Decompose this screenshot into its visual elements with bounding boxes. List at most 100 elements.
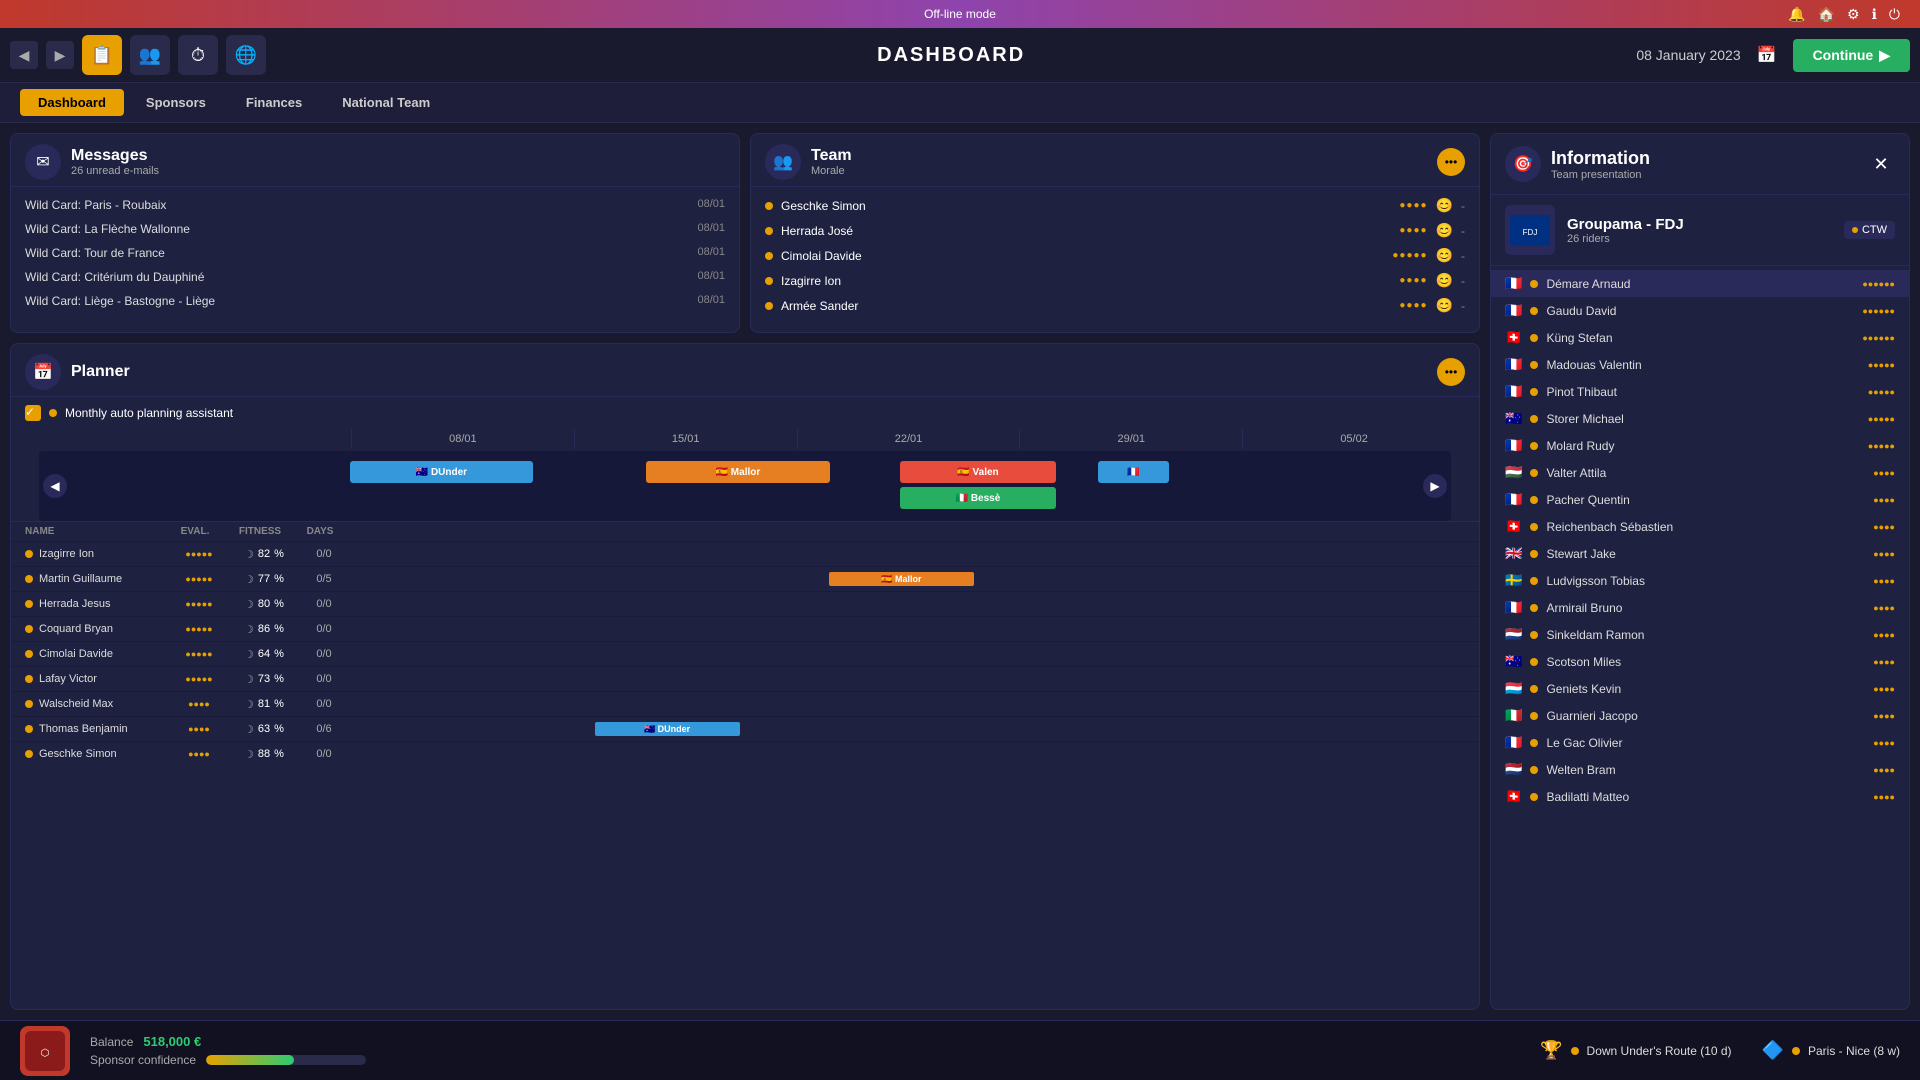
flag-icon: 🇬🇧 (1505, 545, 1522, 562)
rider-row[interactable]: 🇫🇷 Le Gac Olivier ●●●● (1491, 729, 1909, 756)
rider-schedule: 🇪🇸 Mallor (349, 570, 1465, 588)
messages-header: ✉ Messages 26 unread e-mails (11, 134, 739, 187)
rider-row[interactable]: 🇫🇷 Armirail Bruno ●●●● (1491, 594, 1909, 621)
rider-row[interactable]: 🇱🇺 Geniets Kevin ●●●● (1491, 675, 1909, 702)
messages-title: Messages (71, 147, 159, 165)
clock-icon-button[interactable]: ⏱ (178, 35, 218, 75)
rider-dot (25, 700, 33, 708)
planner-menu-button[interactable]: ••• (1437, 358, 1465, 386)
tab-finances[interactable]: Finances (228, 89, 320, 116)
planner-row: Izagirre Ion ●●●●● ☽82% 0/0 (11, 541, 1479, 566)
list-item[interactable]: Wild Card: Paris - Roubaix 08/01 (11, 193, 739, 217)
rider-schedule (349, 745, 1465, 763)
rider-status-dot (1530, 604, 1538, 612)
info-icon[interactable]: ℹ (1872, 6, 1877, 23)
flag-icon: 🇫🇷 (1505, 383, 1522, 400)
flag-icon: 🇱🇺 (1505, 680, 1522, 697)
team-title: Team (811, 147, 852, 165)
rider-rating: ●●●●● (1868, 360, 1895, 370)
planner-icon: 📅 (25, 354, 61, 390)
rider-rating: ●●●●● (1868, 387, 1895, 397)
list-item[interactable]: Wild Card: Critérium du Dauphiné 08/01 (11, 265, 739, 289)
rider-row[interactable]: 🇳🇱 Sinkeldam Ramon ●●●● (1491, 621, 1909, 648)
rider-rating: ●●●●● (1868, 441, 1895, 451)
list-item: Geschke Simon ●●●● 😊 - (751, 193, 1479, 218)
power-icon[interactable]: ⏻ (1889, 6, 1900, 23)
rider-row[interactable]: 🇬🇧 Stewart Jake ●●●● (1491, 540, 1909, 567)
rider-status-dot (1530, 739, 1538, 747)
planner-table-header: NAME EVAL. FITNESS DAYS (11, 521, 1479, 541)
calendar-icon[interactable]: 📅 (1757, 45, 1777, 65)
list-item[interactable]: Wild Card: Liège - Bastogne - Liège 08/0… (11, 289, 739, 313)
nav-back-button[interactable]: ◀ (10, 41, 38, 69)
date-label-5: 05/02 (1242, 429, 1465, 449)
rider-row[interactable]: 🇮🇹 Guarnieri Jacopo ●●●● (1491, 702, 1909, 729)
team-icon-button[interactable]: 👥 (130, 35, 170, 75)
tab-sponsors[interactable]: Sponsors (128, 89, 224, 116)
rider-row[interactable]: 🇫🇷 Molard Rudy ●●●●● (1491, 432, 1909, 459)
flag-icon: 🇫🇷 (1505, 599, 1522, 616)
rider-row[interactable]: 🇫🇷 Madouas Valentin ●●●●● (1491, 351, 1909, 378)
rider-row[interactable]: 🇦🇺 Scotson Miles ●●●● (1491, 648, 1909, 675)
planner-row: Cimolai Davide ●●●●● ☽64% 0/0 (11, 641, 1479, 666)
rider-status-dot (1530, 496, 1538, 504)
riders-list: 🇫🇷 Démare Arnaud ●●●●●● 🇫🇷 Gaudu David ●… (1491, 266, 1909, 1009)
planner-row: Geschke Simon ●●●● ☽88% 0/0 (11, 741, 1479, 766)
bottom-races: 🏆 Down Under's Route (10 d) 🔷 Paris - Ni… (1540, 1040, 1900, 1061)
message-list: Wild Card: Paris - Roubaix 08/01 Wild Ca… (11, 187, 739, 319)
timeline-prev-button[interactable]: ◀ (43, 474, 67, 498)
gear-icon[interactable]: ⚙ (1847, 6, 1860, 23)
team-menu-button[interactable]: ••• (1437, 148, 1465, 176)
globe-icon-button[interactable]: 🌐 (226, 35, 266, 75)
list-item[interactable]: Wild Card: La Flèche Wallonne 08/01 (11, 217, 739, 241)
rider-row[interactable]: 🇫🇷 Gaudu David ●●●●●● (1491, 297, 1909, 324)
auto-dot (49, 409, 57, 417)
rider-dot (25, 575, 33, 583)
auto-planning-checkbox[interactable]: ✓ (25, 405, 41, 421)
rider-row[interactable]: 🇭🇺 Valter Attila ●●●● (1491, 459, 1909, 486)
flag-icon: 🇨🇭 (1505, 329, 1522, 346)
race-item: 🏆 Down Under's Route (10 d) (1540, 1040, 1731, 1061)
rider-rating: ●●●● (1873, 522, 1895, 532)
continue-button[interactable]: Continue ▶ (1793, 39, 1910, 72)
rider-row[interactable]: 🇨🇭 Badilatti Matteo ●●●● (1491, 783, 1909, 810)
tab-dashboard[interactable]: Dashboard (20, 89, 124, 116)
list-item[interactable]: Wild Card: Tour de France 08/01 (11, 241, 739, 265)
tab-national-team[interactable]: National Team (324, 89, 448, 116)
nav-forward-button[interactable]: ▶ (46, 41, 74, 69)
rider-status-dot (1530, 415, 1538, 423)
main-content: ✉ Messages 26 unread e-mails Wild Card: … (0, 123, 1920, 1020)
team-panel: 👥 Team Morale ••• Geschke Simon ●●●● 😊 - (750, 133, 1480, 333)
close-button[interactable]: ✕ (1867, 150, 1895, 178)
rider-status-dot (1530, 685, 1538, 693)
race-label: Paris - Nice (8 w) (1808, 1044, 1900, 1058)
flag-icon: 🇫🇷 (1505, 491, 1522, 508)
rider-schedule (349, 595, 1465, 613)
rider-row[interactable]: 🇫🇷 Démare Arnaud ●●●●●● (1491, 270, 1909, 297)
team-name: Groupama - FDJ (1567, 216, 1684, 233)
rider-row[interactable]: 🇫🇷 Pinot Thibaut ●●●●● (1491, 378, 1909, 405)
planner-row: Martin Guillaume ●●●●● ☽77% 0/5 🇪🇸 Mallo… (11, 566, 1479, 591)
home-icon[interactable]: 🏠 (1818, 6, 1835, 23)
timeline-next-button[interactable]: ▶ (1423, 474, 1447, 498)
top-timeline: ◀ ▶ 🇦🇺 DUnder 🇪🇸 Mallor 🇪🇸 Valen (39, 451, 1451, 521)
morale-dot (765, 202, 773, 210)
rider-row[interactable]: 🇫🇷 Pacher Quentin ●●●● (1491, 486, 1909, 513)
rider-rating: ●●●● (1873, 711, 1895, 721)
rider-row[interactable]: 🇨🇭 Küng Stefan ●●●●●● (1491, 324, 1909, 351)
rider-rating: ●●●● (1873, 549, 1895, 559)
col-fitness-header: FITNESS (225, 526, 295, 537)
rider-row[interactable]: 🇸🇪 Ludvigsson Tobias ●●●● (1491, 567, 1909, 594)
rider-rating: ●●●● (1873, 657, 1895, 667)
dashboard-icon-button[interactable]: 📋 (82, 35, 122, 75)
rider-row[interactable]: 🇳🇱 Welten Bram ●●●● (1491, 756, 1909, 783)
sponsor-confidence-bar (206, 1055, 366, 1065)
rider-row[interactable]: 🇦🇺 Storer Michael ●●●●● (1491, 405, 1909, 432)
date-label-1: 08/01 (351, 429, 574, 449)
bell-icon[interactable]: 🔔 (1788, 6, 1805, 23)
rider-row[interactable]: 🇨🇭 Reichenbach Sébastien ●●●● (1491, 513, 1909, 540)
team-logo-bottom: ⬡ (20, 1026, 70, 1076)
rider-rating: ●●●● (1873, 630, 1895, 640)
sponsor-label: Sponsor confidence (90, 1053, 196, 1067)
planner-title: Planner (71, 363, 130, 381)
